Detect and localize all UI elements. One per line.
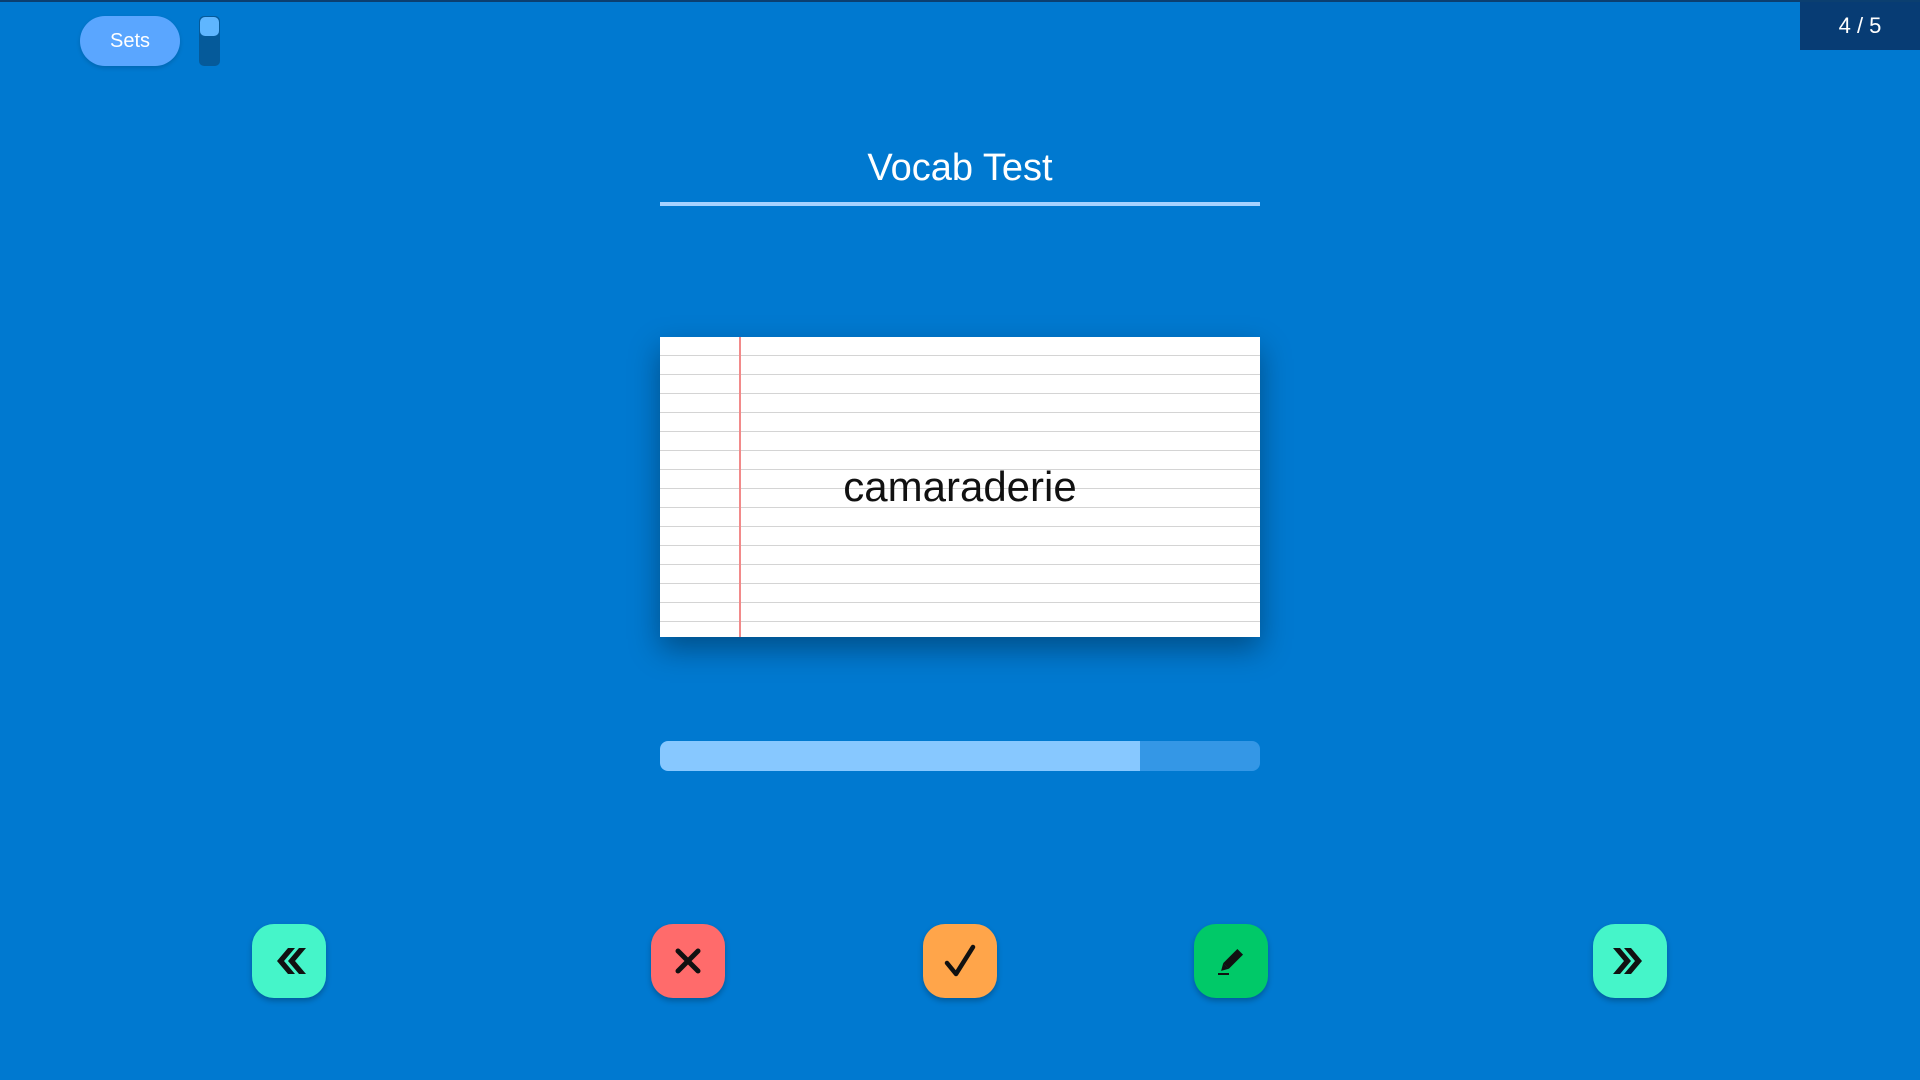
x-icon: [673, 946, 703, 976]
flashcard[interactable]: camaraderie: [660, 337, 1260, 637]
progress-bar-fill: [660, 741, 1140, 771]
progress-bar: [660, 741, 1260, 771]
card-counter: 4 / 5: [1800, 2, 1920, 50]
mode-toggle[interactable]: [199, 16, 220, 66]
pencil-icon: [1215, 945, 1247, 977]
check-icon: [944, 944, 976, 978]
card-counter-text: 4 / 5: [1838, 13, 1882, 38]
top-border: [0, 0, 1920, 2]
edit-card-button[interactable]: [1194, 924, 1268, 998]
mark-wrong-button[interactable]: [651, 924, 725, 998]
set-title-container: Vocab Test: [660, 140, 1260, 206]
set-title: Vocab Test: [867, 147, 1053, 189]
sets-button[interactable]: Sets: [80, 16, 180, 66]
mark-right-button[interactable]: [923, 924, 997, 998]
double-chevron-right-icon: [1613, 946, 1647, 976]
flashcard-word: camaraderie: [660, 337, 1260, 637]
toggle-knob[interactable]: [200, 17, 219, 36]
double-chevron-left-icon: [272, 946, 306, 976]
next-card-button[interactable]: [1593, 924, 1667, 998]
previous-card-button[interactable]: [252, 924, 326, 998]
sets-button-label: Sets: [109, 29, 151, 52]
flashcard-word-text: camaraderie: [843, 463, 1077, 510]
